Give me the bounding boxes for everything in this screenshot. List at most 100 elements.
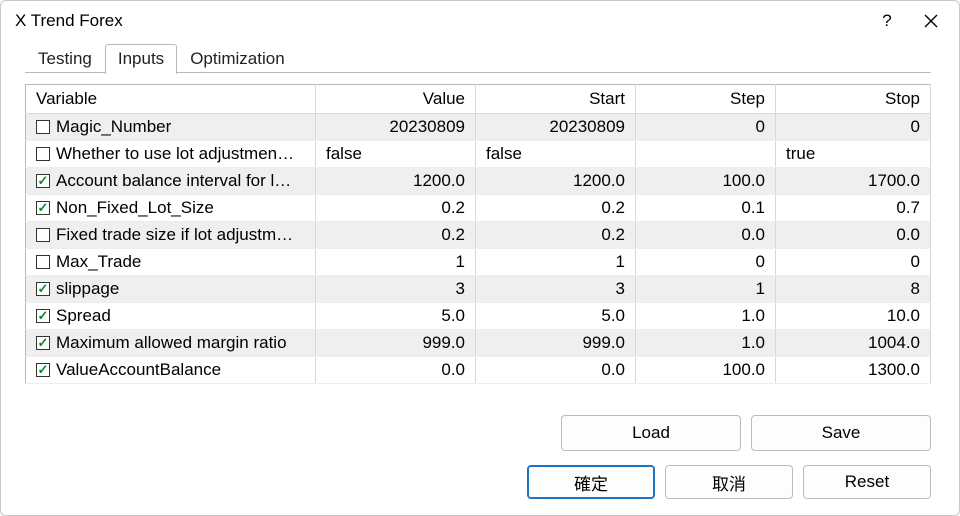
start-cell[interactable]: false bbox=[476, 141, 636, 168]
start-cell[interactable]: 0.0 bbox=[476, 357, 636, 384]
table-row[interactable]: Non_Fixed_Lot_Size0.20.20.10.7 bbox=[26, 195, 931, 222]
variable-name: Whether to use lot adjustment ... bbox=[56, 144, 296, 164]
table-row[interactable]: Magic_Number202308092023080900 bbox=[26, 114, 931, 141]
step-cell[interactable]: 100.0 bbox=[636, 168, 776, 195]
stop-cell[interactable]: 0 bbox=[776, 114, 931, 141]
value-cell[interactable]: 999.0 bbox=[316, 330, 476, 357]
value-cell[interactable]: 1200.0 bbox=[316, 168, 476, 195]
step-cell[interactable]: 0 bbox=[636, 114, 776, 141]
step-cell[interactable] bbox=[636, 141, 776, 168]
value-cell[interactable]: 1 bbox=[316, 249, 476, 276]
value-cell[interactable]: 0.2 bbox=[316, 222, 476, 249]
variable-cell[interactable]: Fixed trade size if lot adjustmen... bbox=[26, 222, 316, 249]
variable-cell[interactable]: Maximum allowed margin ratio bbox=[26, 330, 316, 357]
stop-cell[interactable]: 1700.0 bbox=[776, 168, 931, 195]
variable-cell[interactable]: Non_Fixed_Lot_Size bbox=[26, 195, 316, 222]
load-save-row: Load Save bbox=[25, 415, 931, 451]
table-row[interactable]: Fixed trade size if lot adjustmen...0.20… bbox=[26, 222, 931, 249]
variable-name: Account balance interval for lot ... bbox=[56, 171, 296, 191]
help-button[interactable]: ? bbox=[865, 5, 909, 37]
start-cell[interactable]: 20230809 bbox=[476, 114, 636, 141]
start-cell[interactable]: 1 bbox=[476, 249, 636, 276]
table-row[interactable]: ValueAccountBalance0.00.0100.01300.0 bbox=[26, 357, 931, 384]
variable-cell[interactable]: Whether to use lot adjustment ... bbox=[26, 141, 316, 168]
variable-cell[interactable]: Magic_Number bbox=[26, 114, 316, 141]
stop-cell[interactable]: 0 bbox=[776, 249, 931, 276]
optimize-checkbox[interactable] bbox=[36, 174, 50, 188]
start-cell[interactable]: 5.0 bbox=[476, 303, 636, 330]
col-step[interactable]: Step bbox=[636, 85, 776, 114]
optimize-checkbox[interactable] bbox=[36, 255, 50, 269]
grid-header-row: Variable Value Start Step Stop bbox=[26, 85, 931, 114]
variable-name: Spread bbox=[56, 306, 296, 326]
col-value[interactable]: Value bbox=[316, 85, 476, 114]
titlebar: X Trend Forex ? bbox=[1, 1, 959, 41]
table-row[interactable]: Max_Trade1100 bbox=[26, 249, 931, 276]
start-cell[interactable]: 3 bbox=[476, 276, 636, 303]
optimize-checkbox[interactable] bbox=[36, 363, 50, 377]
optimize-checkbox[interactable] bbox=[36, 147, 50, 161]
optimize-checkbox[interactable] bbox=[36, 309, 50, 323]
value-cell[interactable]: false bbox=[316, 141, 476, 168]
optimize-checkbox[interactable] bbox=[36, 201, 50, 215]
value-cell[interactable]: 0.2 bbox=[316, 195, 476, 222]
stop-cell[interactable]: 0.0 bbox=[776, 222, 931, 249]
step-cell[interactable]: 0.1 bbox=[636, 195, 776, 222]
table-row[interactable]: Account balance interval for lot ... 1200… bbox=[26, 168, 931, 195]
variable-cell[interactable]: Max_Trade bbox=[26, 249, 316, 276]
start-cell[interactable]: 0.2 bbox=[476, 195, 636, 222]
col-start[interactable]: Start bbox=[476, 85, 636, 114]
tab-bar: Testing Inputs Optimization bbox=[25, 43, 931, 73]
stop-cell[interactable]: 1300.0 bbox=[776, 357, 931, 384]
step-cell[interactable]: 1.0 bbox=[636, 330, 776, 357]
ok-button[interactable]: 確定 bbox=[527, 465, 655, 499]
step-cell[interactable]: 1.0 bbox=[636, 303, 776, 330]
stop-cell[interactable]: 10.0 bbox=[776, 303, 931, 330]
variable-cell[interactable]: Account balance interval for lot ... bbox=[26, 168, 316, 195]
col-stop[interactable]: Stop bbox=[776, 85, 931, 114]
stop-cell[interactable]: true bbox=[776, 141, 931, 168]
grid-wrap: Variable Value Start Step Stop Magic_Num… bbox=[25, 84, 931, 397]
table-row[interactable]: Whether to use lot adjustment ... falsefa… bbox=[26, 141, 931, 168]
close-button[interactable] bbox=[909, 5, 953, 37]
stop-cell[interactable]: 0.7 bbox=[776, 195, 931, 222]
variable-cell[interactable]: Spread bbox=[26, 303, 316, 330]
inputs-grid: Variable Value Start Step Stop Magic_Num… bbox=[25, 84, 931, 384]
help-icon: ? bbox=[882, 11, 891, 31]
table-row[interactable]: slippage3318 bbox=[26, 276, 931, 303]
variable-name: Max_Trade bbox=[56, 252, 296, 272]
optimize-checkbox[interactable] bbox=[36, 120, 50, 134]
reset-button[interactable]: Reset bbox=[803, 465, 931, 499]
start-cell[interactable]: 0.2 bbox=[476, 222, 636, 249]
col-variable[interactable]: Variable bbox=[26, 85, 316, 114]
tab-testing[interactable]: Testing bbox=[25, 44, 105, 74]
variable-cell[interactable]: slippage bbox=[26, 276, 316, 303]
stop-cell[interactable]: 8 bbox=[776, 276, 931, 303]
start-cell[interactable]: 999.0 bbox=[476, 330, 636, 357]
cancel-button[interactable]: 取消 bbox=[665, 465, 793, 499]
close-icon bbox=[924, 14, 938, 28]
table-row[interactable]: Spread5.05.01.010.0 bbox=[26, 303, 931, 330]
tab-inputs[interactable]: Inputs bbox=[105, 44, 177, 74]
step-cell[interactable]: 1 bbox=[636, 276, 776, 303]
load-button[interactable]: Load bbox=[561, 415, 741, 451]
start-cell[interactable]: 1200.0 bbox=[476, 168, 636, 195]
value-cell[interactable]: 20230809 bbox=[316, 114, 476, 141]
step-cell[interactable]: 0.0 bbox=[636, 222, 776, 249]
content-area: Testing Inputs Optimization Variable Val… bbox=[1, 41, 959, 515]
variable-name: ValueAccountBalance bbox=[56, 360, 296, 380]
variable-name: slippage bbox=[56, 279, 296, 299]
step-cell[interactable]: 100.0 bbox=[636, 357, 776, 384]
optimize-checkbox[interactable] bbox=[36, 336, 50, 350]
tab-optimization[interactable]: Optimization bbox=[177, 44, 297, 74]
value-cell[interactable]: 5.0 bbox=[316, 303, 476, 330]
optimize-checkbox[interactable] bbox=[36, 228, 50, 242]
step-cell[interactable]: 0 bbox=[636, 249, 776, 276]
table-row[interactable]: Maximum allowed margin ratio999.0999.01.… bbox=[26, 330, 931, 357]
optimize-checkbox[interactable] bbox=[36, 282, 50, 296]
value-cell[interactable]: 3 bbox=[316, 276, 476, 303]
save-button[interactable]: Save bbox=[751, 415, 931, 451]
value-cell[interactable]: 0.0 bbox=[316, 357, 476, 384]
variable-cell[interactable]: ValueAccountBalance bbox=[26, 357, 316, 384]
stop-cell[interactable]: 1004.0 bbox=[776, 330, 931, 357]
